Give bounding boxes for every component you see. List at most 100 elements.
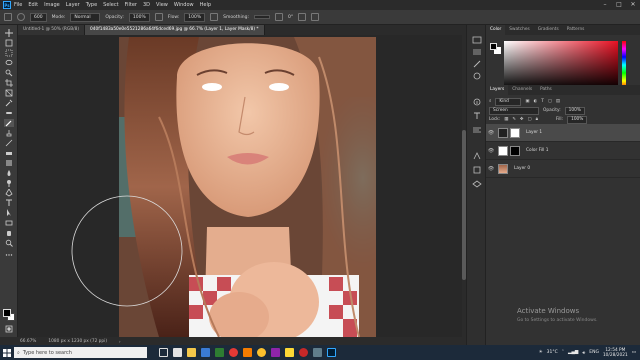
eraser-tool-icon[interactable] [4,149,14,157]
smoothing-settings-icon[interactable] [275,13,284,21]
layer-row-layer-0[interactable]: 👁︎ Layer 0 [486,160,640,178]
tray-chevron-icon[interactable]: ˄ [562,350,564,355]
adjustments-panel-icon[interactable] [472,65,482,80]
menu-type[interactable]: Type [86,2,97,8]
symmetry-icon[interactable] [311,13,320,21]
lock-artboard-icon[interactable]: ▢ [528,117,532,122]
move-tool-icon[interactable] [4,29,14,37]
clone-stamp-tool-icon[interactable] [4,129,14,137]
marquee-tool-icon[interactable] [4,49,14,57]
dodge-tool-icon[interactable] [4,179,14,187]
color-panel-foreground-swatch[interactable] [490,43,497,50]
temperature[interactable]: 31°C [547,350,558,355]
lasso-tool-icon[interactable] [4,59,14,67]
taskbar-search-input[interactable]: ⌕ Type here to search [14,347,147,358]
smoothing-field[interactable] [254,15,271,19]
tab-layers[interactable]: Layers [486,85,509,95]
menu-file[interactable]: File [14,2,22,8]
visibility-eye-icon[interactable]: 👁︎ [486,130,496,136]
menu-layer[interactable]: Layer [66,2,80,8]
hue-slider[interactable] [622,41,626,89]
menu-select[interactable]: Select [103,2,118,8]
blend-mode-select[interactable]: Screen [489,106,539,115]
pressure-size-icon[interactable] [298,13,307,21]
history-panel-icon[interactable] [472,29,482,44]
visibility-eye-icon[interactable]: 👁︎ [486,166,496,172]
fill-field[interactable]: 100% [567,115,588,124]
menu-image[interactable]: Image [44,2,60,8]
rectangle-tool-icon[interactable] [4,219,14,227]
app-icon-7[interactable] [299,348,308,357]
angle-field[interactable]: 0° [288,15,293,20]
visibility-eye-icon[interactable]: 👁︎ [486,148,496,154]
layer-opacity-field[interactable]: 100% [564,106,585,115]
status-arrow-icon[interactable]: › [119,339,121,344]
app-icon-5[interactable] [271,348,280,357]
tab-color[interactable]: Color [486,25,506,35]
character-panel-icon[interactable] [472,105,482,119]
layer-name[interactable]: Color Fill 1 [526,148,548,153]
tab-swatches[interactable]: Swatches [505,25,534,35]
app-icon-6[interactable] [285,348,294,357]
menu-help[interactable]: Help [200,2,211,8]
type-tool-icon[interactable] [4,199,14,207]
artboard-tool-icon[interactable] [4,39,14,47]
pressure-opacity-icon[interactable] [154,13,163,21]
menu-window[interactable]: Window [174,2,194,8]
tab-channels[interactable]: Channels [508,85,536,95]
crop-tool-icon[interactable] [4,79,14,87]
filter-pixel-icon[interactable]: ▣ [525,99,529,104]
eyedropper-tool-icon[interactable] [4,99,14,107]
filter-type-icon[interactable]: T [541,99,544,104]
frame-tool-icon[interactable] [4,89,14,97]
app-icon-4[interactable] [243,348,252,357]
libraries-panel-icon[interactable] [472,159,482,174]
glyphs-panel-icon[interactable] [472,145,482,160]
pen-tool-icon[interactable] [4,189,14,197]
zoom-tool-icon[interactable] [4,239,14,247]
tab-paths[interactable]: Paths [536,85,556,95]
menu-edit[interactable]: Edit [28,2,38,8]
minimize-icon[interactable]: – [598,0,612,10]
more-tools-icon[interactable] [4,251,14,259]
filter-smart-icon[interactable]: ▤ [556,99,560,104]
healing-brush-tool-icon[interactable] [4,109,14,117]
language-indicator[interactable]: ENG [589,350,599,355]
layer-filter-select[interactable]: Kind [495,97,522,106]
chrome-icon[interactable] [257,348,266,357]
menu-3d[interactable]: 3D [143,2,150,8]
filter-adjustment-icon[interactable]: ◐ [533,99,537,104]
lock-pixels-icon[interactable]: ▦ [504,117,508,122]
lock-all-icon[interactable]: 🔒︎ [536,117,538,122]
saturation-value-picker[interactable] [504,41,618,89]
quick-select-tool-icon[interactable] [4,69,14,77]
brush-tool-icon[interactable] [4,119,14,127]
brush-settings-panel-icon[interactable] [472,53,482,68]
lock-position-icon[interactable]: ✥ [520,117,524,122]
info-panel-icon[interactable] [472,91,482,106]
app-icon-8[interactable] [313,348,322,357]
foreground-color-swatch[interactable] [3,309,11,317]
windows-start-icon[interactable] [0,345,14,360]
tab-gradients[interactable]: Gradients [534,25,563,35]
gradient-tool-icon[interactable] [4,159,14,167]
notifications-icon[interactable]: ▭ [632,350,636,355]
mail-icon[interactable] [201,348,210,357]
opacity-field[interactable]: 100% [128,12,150,22]
lock-paint-icon[interactable]: ✎ [512,117,516,122]
brush-size-field[interactable]: 600 [30,12,47,22]
canvas-area[interactable] [18,35,464,337]
brush-preset-icon[interactable] [17,13,25,21]
history-brush-tool-icon[interactable] [4,139,14,147]
app-icon-1[interactable] [173,348,182,357]
layer-row-color-fill-1[interactable]: 👁︎ Color Fill 1 [486,142,640,160]
clock[interactable]: 12:54 PM 10/28/2021 [603,348,628,358]
app-icon-2[interactable] [215,348,224,357]
hand-tool-icon[interactable] [4,229,14,237]
task-view-icon[interactable] [159,348,168,357]
airbrush-icon[interactable] [210,13,219,21]
layer-mask-thumbnail[interactable] [510,145,520,156]
close-icon[interactable]: ✕ [626,0,640,10]
blur-tool-icon[interactable] [4,169,14,177]
menu-view[interactable]: View [156,2,168,8]
